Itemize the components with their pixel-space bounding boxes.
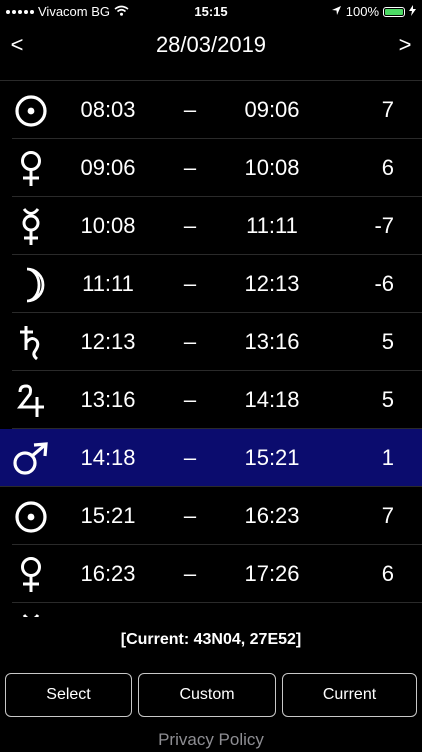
date-header: < 28/03/2019 > — [0, 26, 422, 64]
hour-end-time: 15:21 — [244, 445, 300, 470]
hour-rating: 1 — [381, 445, 394, 470]
hour-rating: -7 — [374, 213, 394, 238]
battery-fill — [385, 8, 403, 15]
next-day-button[interactable]: > — [390, 32, 420, 58]
hour-rating: -6 — [374, 271, 394, 296]
hour-end-time: 10:08 — [244, 155, 300, 180]
hour-row[interactable]: 12:13 – 13:16 5 — [0, 313, 422, 371]
hour-separator: – — [183, 97, 197, 122]
mars-icon — [8, 429, 54, 487]
status-bar: Vivacom BG 15:15 100% — [0, 0, 422, 22]
hour-separator: – — [183, 561, 197, 586]
hour-start-time: 14:18 — [80, 445, 136, 470]
hour-rating: 7 — [381, 97, 394, 122]
hour-rating: 6 — [381, 561, 394, 586]
jupiter-icon — [8, 371, 54, 429]
sun-icon — [8, 487, 54, 545]
privacy-policy-link[interactable]: Privacy Policy — [0, 728, 422, 752]
hour-start-time: 12:13 — [80, 329, 136, 354]
hour-row[interactable]: 08:03 – 09:06 7 — [0, 81, 422, 139]
current-button[interactable]: Current — [282, 673, 417, 717]
charging-bolt-icon — [409, 4, 416, 19]
sun-icon — [8, 81, 54, 139]
hour-separator: – — [183, 445, 197, 470]
date-title: 28/03/2019 — [155, 32, 267, 57]
hour-start-time: 16:23 — [80, 561, 136, 586]
hour-rating: 5 — [381, 387, 394, 412]
hour-row[interactable]: 10:08 – 11:11 -7 — [0, 197, 422, 255]
hour-start-time: 13:16 — [80, 387, 136, 412]
hour-start-time: 15:21 — [80, 503, 136, 528]
select-button[interactable]: Select — [5, 673, 132, 717]
hour-separator: – — [183, 155, 197, 180]
hour-separator: – — [183, 271, 197, 296]
location-arrow-icon — [331, 4, 342, 19]
current-location-label: [Current: 43N04, 27E52] — [120, 631, 302, 648]
hour-row[interactable]: 14:18 – 15:21 1 — [0, 429, 422, 487]
hour-start-time: 11:11 — [82, 271, 134, 296]
hour-start-time: 08:03 — [80, 97, 136, 122]
venus-icon — [8, 545, 54, 603]
hour-rating: 7 — [381, 503, 394, 528]
battery-percent: 100% — [345, 4, 379, 19]
hour-row[interactable]: 16:23 – 17:26 6 — [0, 545, 422, 603]
mercury-icon — [8, 603, 54, 617]
hour-end-time: 14:18 — [244, 387, 300, 412]
hour-end-time: 13:16 — [244, 329, 300, 354]
planetary-hours-list[interactable]: 08:03 – 09:06 7 09:06 – 10:08 6 10:08 – 11:11 -7 11:… — [0, 80, 422, 617]
hour-row[interactable]: 11:11 – 12:13 -6 — [0, 255, 422, 313]
hour-row[interactable] — [0, 603, 422, 617]
hour-start-time: 09:06 — [80, 155, 136, 180]
hour-start-time: 10:08 — [80, 213, 136, 238]
battery-icon — [383, 6, 405, 17]
hour-row[interactable]: 13:16 – 14:18 5 — [0, 371, 422, 429]
hour-end-time: 09:06 — [244, 97, 300, 122]
hour-row[interactable]: 09:06 – 10:08 6 — [0, 139, 422, 197]
hour-end-time: 12:13 — [244, 271, 300, 296]
status-bar-right: 100% — [331, 4, 416, 19]
hour-end-time: 16:23 — [244, 503, 300, 528]
hour-rating: 5 — [381, 329, 394, 354]
hour-separator: – — [183, 503, 197, 528]
mercury-icon — [8, 197, 54, 255]
custom-button[interactable]: Custom — [138, 673, 276, 717]
hour-separator: – — [183, 387, 197, 412]
hour-end-time: 17:26 — [244, 561, 300, 586]
moon-icon — [8, 255, 54, 313]
hour-rating: 6 — [381, 155, 394, 180]
venus-icon — [8, 139, 54, 197]
saturn-icon — [8, 313, 54, 371]
hour-separator: – — [183, 329, 197, 354]
hour-row[interactable]: 15:21 – 16:23 7 — [0, 487, 422, 545]
hour-end-time: 11:11 — [246, 213, 298, 238]
hour-separator: – — [183, 213, 197, 238]
